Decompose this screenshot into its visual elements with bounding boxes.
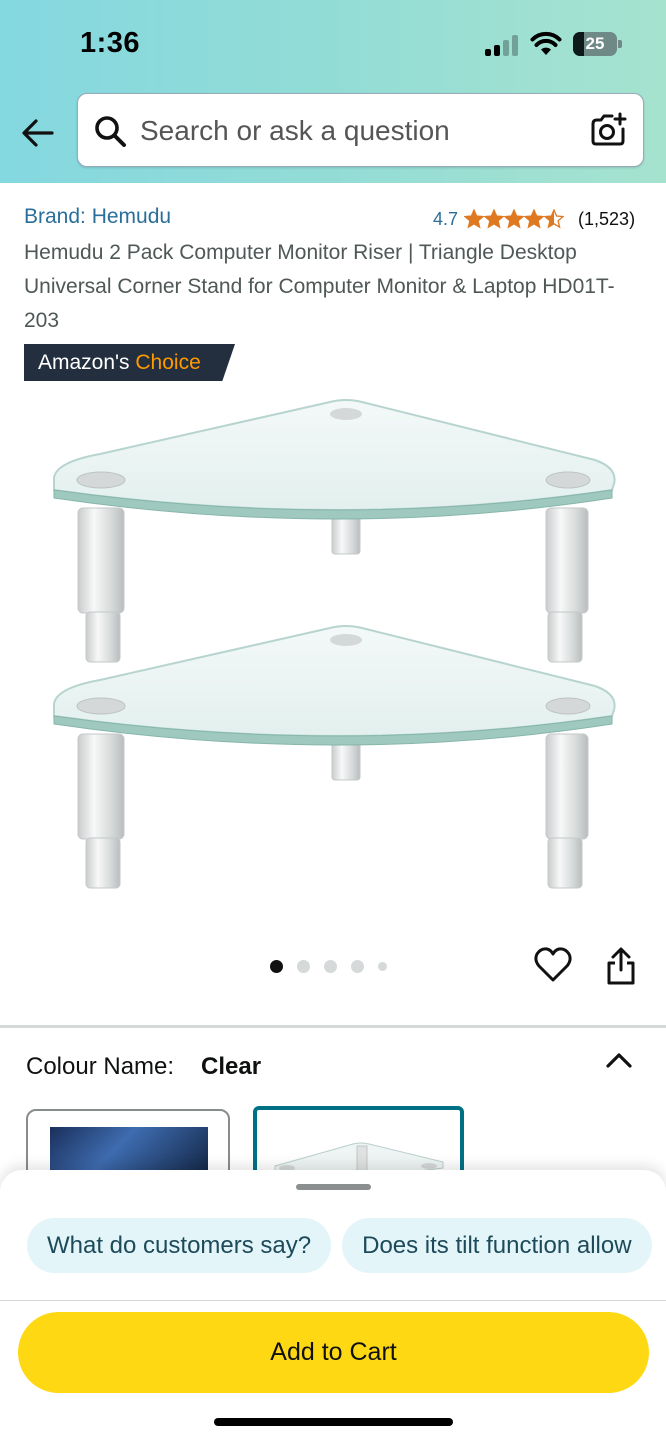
rating-stars (464, 209, 565, 229)
status-time: 1:36 (80, 27, 141, 59)
question-chip[interactable]: What do customers say? (27, 1218, 332, 1273)
star-icon (484, 209, 505, 229)
carousel-dot[interactable] (297, 959, 310, 973)
bottom-sheet: What do customers say? Does its tilt func… (0, 1170, 666, 1440)
rating-summary[interactable]: 4.7 (1,523) (433, 207, 635, 231)
cellular-signal-icon (485, 34, 521, 56)
star-icon (504, 209, 525, 229)
heart-icon[interactable] (533, 945, 573, 985)
badge-prefix: Amazon's (38, 351, 130, 374)
battery-level: 25 (585, 34, 605, 53)
wifi-icon (530, 31, 562, 55)
battery-icon: 25 (573, 32, 623, 56)
section-divider (0, 1025, 666, 1028)
carousel-dot[interactable] (270, 959, 283, 973)
amazons-choice-badge: Amazon's Choice (24, 344, 235, 381)
colour-value: Clear (201, 1053, 262, 1080)
carousel-dots (270, 958, 401, 974)
drag-handle[interactable] (296, 1184, 371, 1190)
question-chips: What do customers say? Does its tilt func… (27, 1218, 666, 1273)
rating-value: 4.7 (433, 208, 459, 229)
product-image[interactable] (40, 390, 626, 910)
search-input[interactable] (140, 110, 580, 152)
add-to-cart-button[interactable]: Add to Cart (18, 1312, 649, 1393)
camera-icon[interactable] (589, 112, 627, 148)
header: 1:36 25 (0, 0, 666, 183)
share-icon[interactable] (604, 946, 638, 986)
carousel-dot[interactable] (378, 961, 387, 971)
chevron-up-icon[interactable] (604, 1046, 634, 1074)
star-icon (524, 209, 545, 229)
badge-accent: Choice (135, 351, 201, 374)
top-shelf (53, 399, 616, 663)
carousel-dot[interactable] (324, 959, 337, 973)
rating-count: (1,523) (578, 208, 636, 229)
sheet-divider (0, 1300, 666, 1301)
carousel-dot[interactable] (351, 959, 364, 973)
bottom-shelf (53, 625, 616, 889)
search-bar[interactable] (77, 93, 644, 167)
search-icon (95, 116, 126, 147)
home-indicator (214, 1418, 453, 1426)
star-icon (544, 209, 565, 229)
colour-label: Colour Name: (26, 1053, 175, 1080)
brand-link[interactable]: Brand: Hemudu (24, 205, 171, 229)
star-icon (464, 209, 485, 229)
product-title: Hemudu 2 Pack Computer Monitor Riser | T… (24, 241, 615, 332)
back-arrow-icon[interactable] (18, 113, 58, 153)
question-chip[interactable]: Does its tilt function allow (342, 1218, 652, 1273)
